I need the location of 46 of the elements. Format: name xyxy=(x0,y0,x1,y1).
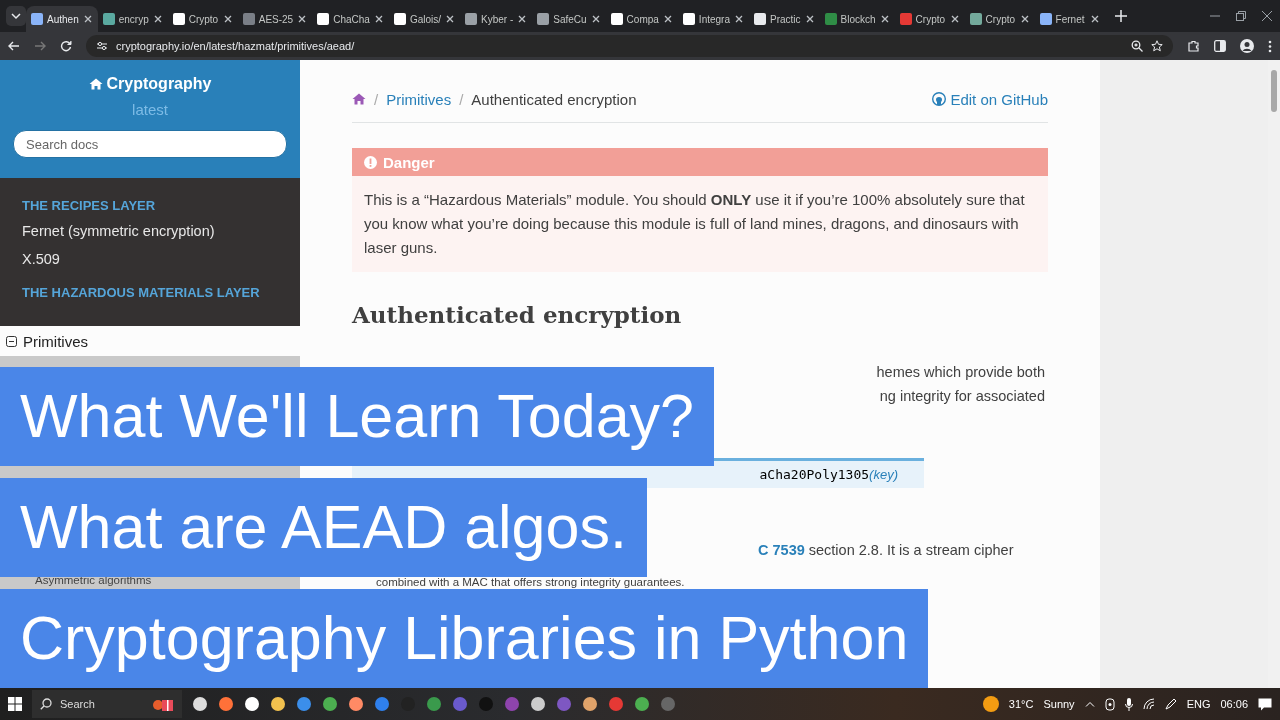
nav-link[interactable]: Asymmetric algorithms xyxy=(35,575,152,586)
paragraph-text: hemes which provide both xyxy=(876,364,1045,380)
browser-tab[interactable]: Fernet xyxy=(1034,6,1105,32)
weather-label[interactable]: Sunny xyxy=(1043,698,1075,710)
admonition-title: Danger xyxy=(383,153,435,171)
browser-tab[interactable]: AES-25 xyxy=(237,6,313,32)
browser-tab[interactable]: Authen xyxy=(26,6,98,32)
breadcrumb-separator: / xyxy=(374,90,379,108)
section-caption: THE HAZARDOUS MATERIALS LAYER xyxy=(22,285,261,300)
nav-link[interactable]: Primitives xyxy=(23,332,88,350)
language-label[interactable]: ENG xyxy=(1186,698,1211,710)
site-title[interactable]: Cryptography xyxy=(106,75,212,93)
browser-tab[interactable]: Galois/ xyxy=(388,6,460,32)
search-field[interactable]: Search docs xyxy=(13,130,287,158)
browser-tab[interactable]: Blockch xyxy=(819,6,895,32)
browser-tab[interactable]: Integra xyxy=(677,6,749,32)
caption-banner: What We'll Learn Today? xyxy=(0,367,714,466)
edit-link[interactable]: Edit on GitHub xyxy=(950,90,1048,108)
address-field[interactable]: cryptography.io/en/latest/hazmat/primitives/aead/ xyxy=(116,40,355,52)
warning-text: This is a “Hazardous Materials” module. You should ONLY use it if you’re 100% absolutely sure that you know what you’re doing because this module is full of land mines, dragons, and dinosaurs with laser guns. xyxy=(363,190,1026,258)
paragraph-text: ng integrity for associated xyxy=(879,388,1045,404)
breadcrumb-current: Authenticated encryption xyxy=(471,90,637,108)
caption-banner: Cryptography Libraries in Python xyxy=(0,589,929,688)
caption-banner: What are AEAD algos. xyxy=(0,478,647,577)
nav-link[interactable]: X.509 xyxy=(22,251,278,267)
breadcrumb-link[interactable]: Primitives xyxy=(386,90,452,108)
browser-tab[interactable]: Crypto xyxy=(964,6,1035,32)
taskbar-search[interactable]: Search xyxy=(32,690,182,718)
clock-label[interactable]: 06:06 xyxy=(1220,698,1248,710)
page-heading: Authenticated encryption xyxy=(352,300,683,330)
paragraph-text: combined with a MAC that offers strong integrity guarantees. xyxy=(376,576,685,588)
breadcrumb-separator: / xyxy=(459,90,464,108)
browser-tab[interactable]: Compa xyxy=(605,6,678,32)
browser-tab[interactable]: Crypto xyxy=(167,6,238,32)
paragraph-text: section 2.8. It is a stream cipher xyxy=(808,542,1014,558)
version-label: latest xyxy=(132,101,168,118)
section-caption: THE RECIPES LAYER xyxy=(22,198,157,213)
rfc-link[interactable]: C 7539 xyxy=(758,542,805,558)
nav-link[interactable]: Fernet (symmetric encryption) xyxy=(22,223,278,239)
browser-tab[interactable]: SafeCu xyxy=(532,6,606,32)
browser-tab[interactable]: encryp xyxy=(97,6,168,32)
browser-tab[interactable]: Practic xyxy=(749,6,820,32)
temperature-label[interactable]: 31°C xyxy=(1008,698,1034,710)
browser-tab[interactable]: ChaCha xyxy=(312,6,389,32)
browser-tab[interactable]: Crypto xyxy=(894,6,965,32)
browser-tab[interactable]: Kyber - xyxy=(460,6,533,32)
